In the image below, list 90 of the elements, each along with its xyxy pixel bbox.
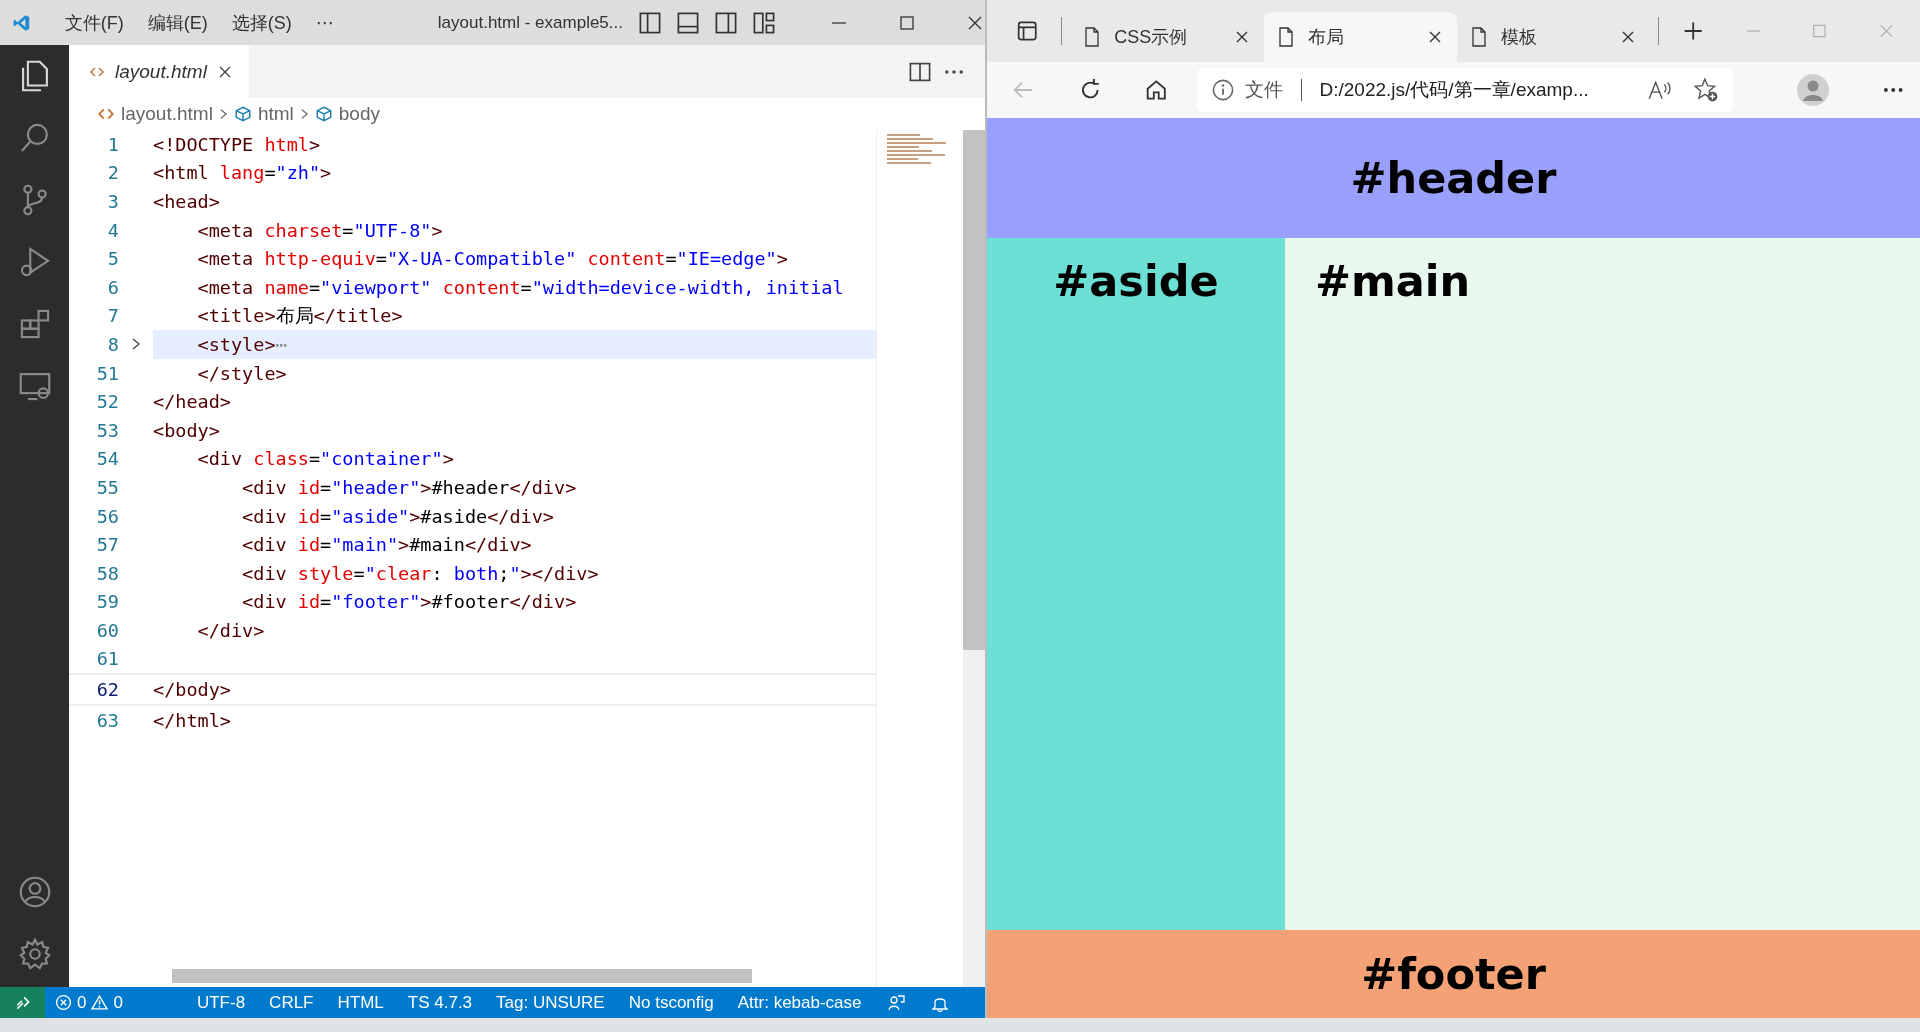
status-item[interactable]: Attr: kebab-case	[737, 992, 862, 1013]
line-number: 56	[95, 505, 119, 527]
status-item[interactable]: HTML	[337, 992, 384, 1013]
line-number: 54	[95, 448, 119, 470]
line-number: 58	[95, 562, 119, 584]
menu-item[interactable]: 编辑(E)	[137, 10, 218, 35]
menu-item[interactable]: 文件(F)	[54, 10, 134, 35]
error-icon	[55, 994, 72, 1011]
line-number: 6	[106, 276, 119, 298]
code-line: </body>	[153, 679, 231, 701]
line-number: 7	[106, 305, 119, 327]
address-bar[interactable]: 文件 D:/2022.js/代码/第一章/examp...	[1196, 68, 1734, 112]
line-number: 5	[106, 248, 119, 270]
line-number: 51	[95, 362, 119, 384]
line-number: 55	[95, 476, 119, 498]
breadcrumb-item[interactable]: layout.html	[121, 103, 213, 125]
editor-tab[interactable]: layout.html	[69, 45, 249, 98]
code-line: <body>	[153, 419, 220, 441]
info-icon	[1210, 78, 1235, 102]
page-icon	[1277, 27, 1294, 47]
favorite-add-icon[interactable]	[1693, 77, 1720, 103]
code-line: <div class="container">	[196, 448, 454, 470]
layout-icon[interactable]	[676, 10, 700, 35]
code-line: <title>布局</title>	[196, 304, 403, 329]
chevron-icon	[299, 107, 309, 121]
window-title: layout.html - example5...	[437, 12, 623, 33]
code-line: <div style="clear: both;"></div>	[241, 562, 599, 584]
code-line: </head>	[153, 391, 231, 413]
line-number: 1	[106, 133, 119, 155]
scrollbar-thumb[interactable]	[963, 130, 985, 650]
chevron-icon	[218, 107, 228, 121]
line-number: 59	[95, 591, 119, 613]
code-line: </style>	[196, 362, 287, 384]
line-number: 3	[106, 191, 119, 212]
code-line: <div id="main">#main</div>	[241, 534, 532, 556]
status-item[interactable]: Tag: UNSURE	[496, 992, 605, 1013]
line-number: 52	[95, 391, 119, 413]
avatar-icon[interactable]	[1797, 73, 1830, 107]
layout-icon[interactable]	[714, 10, 738, 35]
cube-icon	[314, 105, 333, 123]
header-label: #header	[1350, 153, 1557, 203]
code-line: <div id="header">#header</div>	[241, 476, 577, 498]
warning-count: 0	[113, 992, 123, 1013]
code-line: </div>	[196, 619, 265, 641]
line-number: 2	[106, 162, 119, 184]
code-line: <meta http-equiv="X-UA-Compatible" content="IE=edge">	[196, 248, 788, 270]
breadcrumb-item[interactable]: html	[257, 103, 294, 125]
status-item[interactable]: CRLF	[269, 992, 314, 1013]
footer-label: #footer	[1361, 949, 1546, 999]
code-line: <head>	[153, 191, 220, 212]
close-icon[interactable]	[1427, 29, 1443, 45]
aside-label: #aside	[1053, 256, 1219, 306]
code-line: <div id="aside">#aside</div>	[241, 505, 554, 527]
warning-icon	[91, 994, 109, 1011]
line-number: 53	[95, 419, 119, 441]
code-line: <div id="footer">#footer</div>	[241, 591, 577, 613]
address-url: D:/2022.js/代码/第一章/examp...	[1319, 78, 1590, 102]
page-icon	[1471, 27, 1487, 47]
code-line: <html lang="zh">	[153, 162, 332, 184]
browser-tab[interactable]: 模板	[1457, 12, 1651, 62]
code-line: <meta charset="UTF-8">	[196, 219, 443, 241]
line-number: 8	[106, 333, 119, 355]
browser-tab[interactable]: CSS示例	[1070, 12, 1264, 62]
status-item[interactable]: UTF-8	[196, 992, 246, 1013]
status-item[interactable]: No tsconfig	[628, 992, 714, 1013]
browser-tab[interactable]: 布局	[1263, 12, 1457, 62]
layout-icon[interactable]	[638, 10, 662, 35]
line-number: 61	[95, 648, 119, 670]
address-scheme: 文件	[1244, 78, 1283, 102]
breadcrumb-item[interactable]: body	[338, 103, 380, 125]
remote-button[interactable]	[0, 987, 45, 1018]
page-icon	[1084, 27, 1101, 47]
scrollbar-thumb[interactable]	[172, 969, 752, 983]
feedback-icon[interactable]	[885, 992, 906, 1013]
menu-item[interactable]: 选择(S)	[221, 10, 302, 35]
line-number: 57	[95, 534, 119, 556]
main-label: #main	[1315, 256, 1471, 306]
problems-indicator[interactable]: 0 0	[45, 992, 133, 1013]
line-number: 60	[95, 619, 119, 641]
status-item[interactable]: TS 4.7.3	[407, 992, 473, 1013]
menu-item[interactable]: ⋯	[305, 11, 344, 34]
line-number: 63	[95, 709, 119, 731]
code-line: <meta name="viewport" content="width=device-width, initial	[196, 276, 844, 298]
line-number: 4	[106, 219, 119, 241]
cube-icon	[233, 105, 252, 123]
code-line: <!DOCTYPE html>	[153, 133, 321, 155]
line-number: 62	[95, 679, 119, 701]
code-line: </html>	[153, 709, 231, 731]
error-count: 0	[77, 992, 87, 1013]
layout-icon[interactable]	[752, 10, 776, 35]
